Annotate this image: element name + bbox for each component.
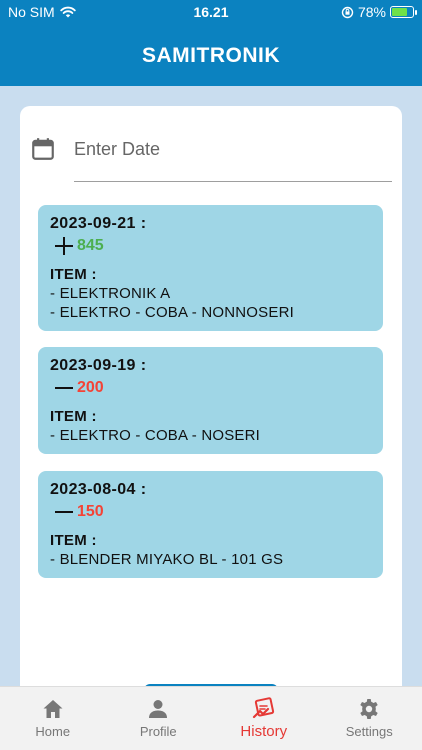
entry-item: - ELEKTRONIK A: [50, 285, 171, 302]
entry-date: 2023-09-21 :: [50, 215, 147, 232]
entry-amount-row: 845: [50, 234, 371, 258]
history-entry[interactable]: 2023-08-04 : 150 ITEM : - BLENDER MIYAKO BL…: [38, 471, 383, 578]
nav-home[interactable]: Home: [0, 687, 106, 750]
entry-item: - ELEKTRO - COBA - NOSERI: [50, 427, 261, 444]
entry-amount: 845: [77, 237, 104, 254]
battery-percent: 78%: [357, 4, 386, 20]
battery-icon: [390, 6, 417, 18]
plus-icon: [55, 237, 73, 255]
nav-history[interactable]: History: [211, 687, 317, 750]
entry-amount: 150: [77, 503, 104, 520]
nav-home-label: Home: [35, 724, 71, 739]
entry-date: 2023-09-19 :: [50, 357, 147, 374]
minus-icon: [55, 387, 73, 389]
entry-item: - ELEKTRO - COBA - NONNOSERI: [50, 304, 294, 321]
entry-item-label: ITEM :: [50, 266, 97, 283]
calendar-icon[interactable]: [30, 136, 56, 162]
minus-icon: [55, 511, 73, 513]
entry-amount: 200: [77, 379, 104, 396]
nav-profile-label: Profile: [139, 724, 177, 739]
gear-icon: [360, 699, 378, 719]
app-bar: SAMITRONIK: [0, 26, 422, 86]
entry-amount-row: 200: [50, 376, 371, 400]
app-title: SAMITRONIK: [142, 44, 280, 67]
entry-item: - BLENDER MIYAKO BL - 101 GS: [50, 551, 284, 568]
entry-amount-row: 150: [50, 500, 371, 524]
history-entry[interactable]: 2023-09-21 : 845 ITEM : - ELEKTRONIK A - ELE…: [38, 205, 383, 331]
entry-item-label: ITEM :: [50, 408, 97, 425]
date-input[interactable]: [74, 130, 392, 182]
nav-profile[interactable]: Profile: [106, 687, 212, 750]
entry-item-label: ITEM :: [50, 532, 97, 549]
date-filter-row: [30, 130, 392, 184]
orientation-lock-icon: [341, 6, 354, 18]
entry-date: 2023-08-04 :: [50, 481, 147, 498]
nav-history-label: History: [240, 723, 288, 740]
nav-settings[interactable]: Settings: [317, 687, 422, 750]
status-right: 78%: [341, 4, 417, 20]
home-icon: [43, 700, 63, 718]
bottom-nav: Home Profile History Settings: [0, 686, 422, 750]
nav-settings-label: Settings: [345, 724, 393, 739]
person-icon: [149, 700, 168, 718]
history-card: 2023-09-21 : 845 ITEM : - ELEKTRONIK A - ELE…: [20, 106, 402, 706]
history-entry[interactable]: 2023-09-19 : 200 ITEM : - ELEKTRO - COBA - …: [38, 347, 383, 454]
status-bar: No SIM 16.21 78%: [0, 0, 422, 26]
history-icon: [252, 697, 274, 719]
